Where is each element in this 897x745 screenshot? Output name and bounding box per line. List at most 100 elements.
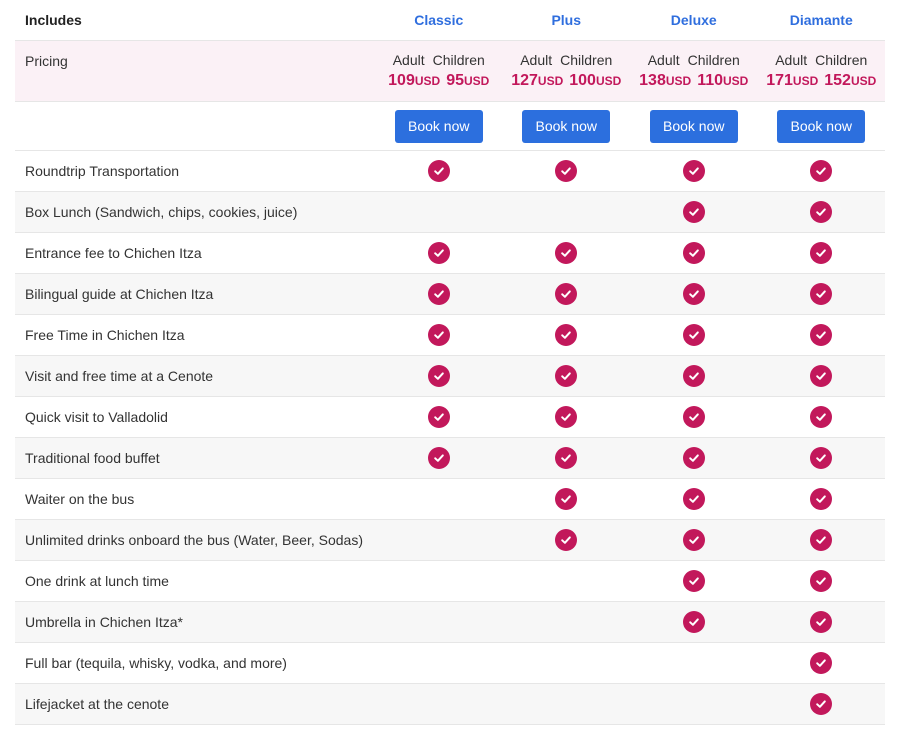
check-circle-icon — [555, 324, 578, 346]
feature-cell-plus — [503, 242, 631, 264]
tour-comparison-table: Includes Classic Plus Deluxe Diamante Pr… — [15, 0, 885, 725]
check-circle-icon — [810, 652, 833, 674]
plan-header-diamante: Diamante — [789, 12, 853, 28]
book-cell-deluxe: Book now — [630, 109, 758, 143]
currency-label: USD — [723, 74, 749, 88]
feature-cell-deluxe — [630, 324, 758, 346]
feature-cell-deluxe — [630, 488, 758, 510]
book-now-button-diamante[interactable]: Book now — [777, 109, 866, 143]
feature-cell-diamante — [758, 283, 886, 305]
book-now-button-plus[interactable]: Book now — [522, 109, 611, 143]
feature-row: Roundtrip Transportation — [15, 151, 885, 192]
feature-cell-deluxe — [630, 447, 758, 469]
feature-cell-classic — [375, 447, 503, 469]
check-circle-icon — [427, 242, 450, 264]
feature-name: Box Lunch (Sandwich, chips, cookies, jui… — [25, 204, 298, 220]
book-row: Book now Book now Book now Book now — [15, 102, 885, 151]
price-values: 171USD 152USD — [766, 72, 876, 90]
price-labels: Adult Children — [520, 52, 612, 68]
feature-cell-deluxe — [630, 570, 758, 592]
check-circle-icon — [427, 324, 450, 346]
check-circle-icon — [682, 201, 705, 223]
book-cell-plus: Book now — [503, 109, 631, 143]
feature-cell-diamante — [758, 570, 886, 592]
feature-cell-plus — [503, 283, 631, 305]
feature-cell-diamante — [758, 160, 886, 182]
feature-cell-classic — [375, 406, 503, 428]
feature-cell-deluxe — [630, 283, 758, 305]
check-circle-icon — [810, 693, 833, 715]
feature-cell-plus — [503, 160, 631, 182]
price-values: 109USD 95USD — [388, 72, 489, 90]
adult-label: Adult — [775, 52, 808, 68]
children-price: 95 — [446, 72, 464, 89]
feature-cell-diamante — [758, 652, 886, 674]
plan-header-plus: Plus — [551, 12, 582, 28]
currency-label: USD — [595, 74, 622, 88]
price-cell-deluxe: Adult Children 138USD 110USD — [630, 41, 758, 101]
check-circle-icon — [810, 365, 833, 387]
check-circle-icon — [682, 447, 705, 469]
feature-cell-classic — [375, 242, 503, 264]
check-circle-icon — [682, 283, 705, 305]
feature-cell-classic — [375, 324, 503, 346]
feature-row: Box Lunch (Sandwich, chips, cookies, jui… — [15, 192, 885, 233]
feature-name: Bilingual guide at Chichen Itza — [25, 286, 214, 302]
check-circle-icon — [682, 324, 705, 346]
price-labels: Adult Children — [393, 52, 485, 68]
book-cell-diamante: Book now — [758, 109, 886, 143]
feature-row: Umbrella in Chichen Itza* — [15, 602, 885, 643]
feature-rows: Roundtrip Transportation Box Lunch (Sandw… — [15, 151, 885, 725]
adult-price: 109 — [388, 72, 415, 89]
feature-cell-diamante — [758, 406, 886, 428]
check-circle-icon — [682, 242, 705, 264]
header-row: Includes Classic Plus Deluxe Diamante — [15, 0, 885, 41]
check-circle-icon — [810, 160, 833, 182]
currency-label: USD — [665, 74, 692, 88]
adult-price: 171 — [766, 72, 793, 89]
check-circle-icon — [555, 365, 578, 387]
children-price: 152 — [824, 72, 851, 89]
book-now-button-classic[interactable]: Book now — [394, 109, 483, 143]
feature-cell-deluxe — [630, 611, 758, 633]
check-circle-icon — [810, 406, 833, 428]
feature-cell-classic — [375, 283, 503, 305]
plan-header-deluxe: Deluxe — [670, 12, 717, 28]
check-circle-icon — [427, 406, 450, 428]
check-circle-icon — [682, 570, 705, 592]
feature-row: Lifejacket at the cenote — [15, 684, 885, 725]
feature-cell-deluxe — [630, 242, 758, 264]
feature-cell-diamante — [758, 529, 886, 551]
check-circle-icon — [810, 447, 833, 469]
feature-cell-diamante — [758, 693, 886, 715]
price-cell-plus: Adult Children 127USD 100USD — [503, 41, 631, 101]
feature-name: One drink at lunch time — [25, 573, 169, 589]
feature-row: Entrance fee to Chichen Itza — [15, 233, 885, 274]
feature-row: Traditional food buffet — [15, 438, 885, 479]
check-circle-icon — [810, 242, 833, 264]
feature-row: Waiter on the bus — [15, 479, 885, 520]
check-circle-icon — [682, 488, 705, 510]
check-circle-icon — [810, 570, 833, 592]
children-label: Children — [560, 52, 613, 68]
feature-row: Free Time in Chichen Itza — [15, 315, 885, 356]
feature-cell-diamante — [758, 611, 886, 633]
adult-label: Adult — [520, 52, 553, 68]
book-now-button-deluxe[interactable]: Book now — [649, 109, 738, 143]
children-price: 100 — [569, 72, 596, 89]
price-cell-diamante: Adult Children 171USD 152USD — [758, 41, 886, 101]
check-circle-icon — [555, 406, 578, 428]
feature-name: Entrance fee to Chichen Itza — [25, 245, 202, 261]
price-labels: Adult Children — [775, 52, 867, 68]
feature-row: Visit and free time at a Cenote — [15, 356, 885, 397]
comparison-page: Includes Classic Plus Deluxe Diamante Pr… — [0, 0, 897, 745]
children-label: Children — [432, 52, 485, 68]
check-circle-icon — [427, 447, 450, 469]
adult-label: Adult — [647, 52, 680, 68]
currency-label: USD — [414, 74, 441, 88]
check-circle-icon — [810, 529, 833, 551]
feature-cell-plus — [503, 324, 631, 346]
feature-cell-deluxe — [630, 160, 758, 182]
children-label: Children — [815, 52, 868, 68]
adult-price: 138 — [639, 72, 666, 89]
